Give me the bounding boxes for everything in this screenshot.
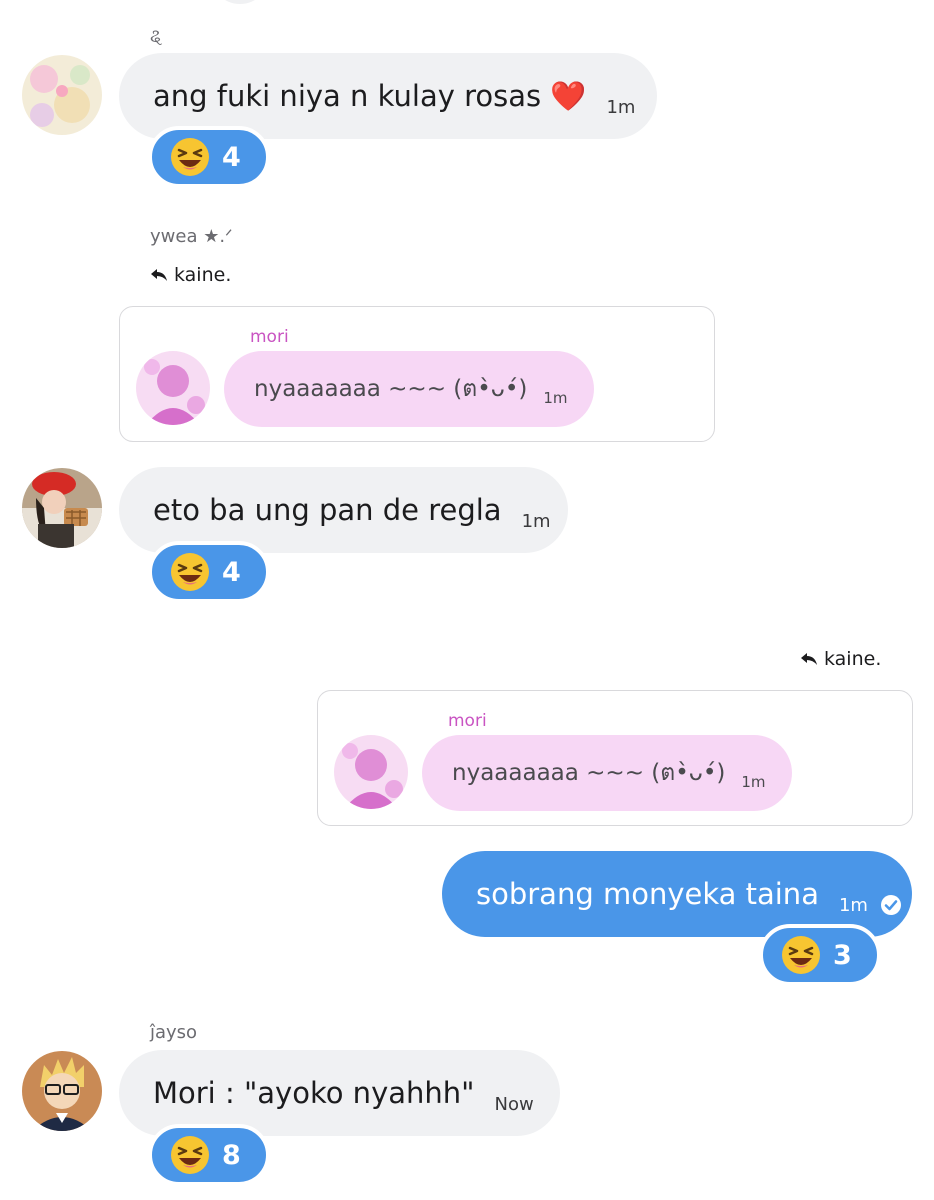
quoted-avatar	[334, 735, 408, 809]
reply-arrow-icon	[800, 651, 818, 667]
sender-name: ĵayso	[150, 1022, 198, 1043]
laughing-face-icon	[170, 137, 210, 177]
reply-to-indicator: kaine.	[800, 648, 881, 670]
message-text: ang fuki niya n kulay rosas ❤️	[153, 78, 587, 113]
laughing-face-icon	[170, 1135, 210, 1175]
message-time: Now	[494, 1093, 534, 1115]
sender-name: ୡ	[150, 26, 163, 47]
reaction-count: 8	[222, 1139, 241, 1171]
reply-to-indicator: kaine.	[150, 264, 231, 286]
reply-arrow-icon	[150, 267, 168, 283]
avatar[interactable]	[22, 55, 102, 135]
quoted-message-card[interactable]: mori nyaaaaaaa ~~~ (ต•̀ᴗ•́) 1m	[119, 306, 715, 442]
previous-bubble-edge	[210, 0, 270, 4]
reaction-badge[interactable]: 4	[148, 541, 270, 603]
message-text: eto ba ung pan de regla	[153, 493, 502, 527]
quoted-time: 1m	[741, 773, 766, 791]
read-check-icon	[880, 894, 902, 916]
quoted-sender-name: mori	[250, 327, 289, 347]
message-text: sobrang monyeka taina	[476, 877, 819, 911]
laughing-face-icon	[781, 935, 821, 975]
laughing-face-icon	[170, 552, 210, 592]
quoted-text: nyaaaaaaa ~~~ (ต•̀ᴗ•́)	[254, 376, 528, 402]
reaction-count: 4	[222, 556, 241, 588]
quoted-sender-name: mori	[448, 711, 487, 731]
message-time: 1m	[521, 510, 551, 532]
reaction-badge[interactable]: 3	[759, 924, 881, 986]
quoted-time: 1m	[543, 389, 568, 407]
reaction-count: 3	[833, 939, 852, 971]
quoted-bubble: nyaaaaaaa ~~~ (ต•̀ᴗ•́) 1m	[224, 351, 594, 427]
quoted-message-card[interactable]: mori nyaaaaaaa ~~~ (ต•̀ᴗ•́) 1m	[317, 690, 913, 826]
reply-to-name: kaine.	[174, 264, 232, 286]
avatar[interactable]	[22, 468, 102, 548]
avatar[interactable]	[22, 1051, 102, 1131]
message-text: Mori : "ayoko nyahhh"	[153, 1076, 475, 1110]
reply-to-name: kaine.	[824, 648, 882, 670]
reaction-badge[interactable]: 4	[148, 126, 270, 188]
quoted-bubble: nyaaaaaaa ~~~ (ต•̀ᴗ•́) 1m	[422, 735, 792, 811]
quoted-avatar	[136, 351, 210, 425]
sender-name: ywea ★.ᐟ	[150, 226, 233, 247]
reaction-badge[interactable]: 8	[148, 1124, 270, 1186]
quoted-text: nyaaaaaaa ~~~ (ต•̀ᴗ•́)	[452, 760, 726, 786]
message-time: 1m	[606, 96, 636, 118]
message-time: 1m	[838, 894, 868, 916]
reaction-count: 4	[222, 141, 241, 173]
